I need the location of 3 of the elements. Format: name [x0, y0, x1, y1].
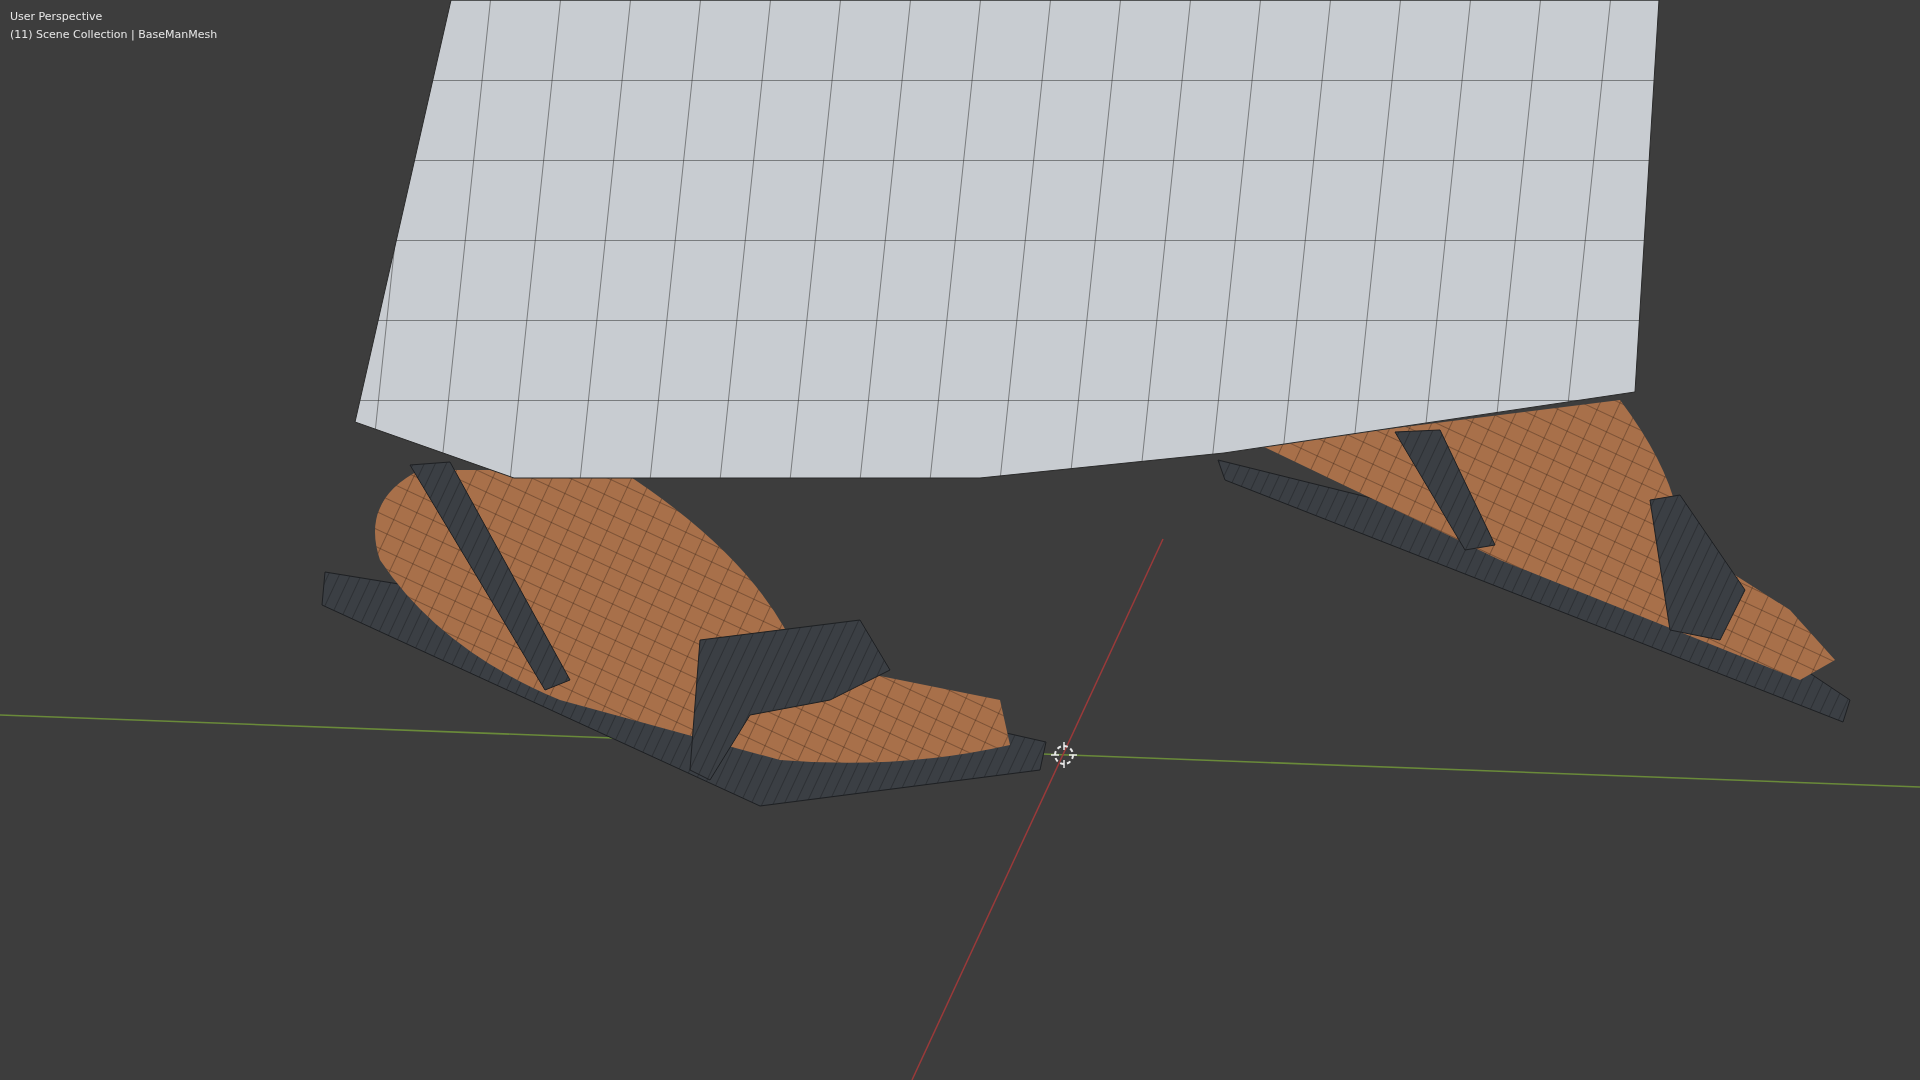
scene-context-label: (11) Scene Collection | BaseManMesh: [10, 27, 218, 43]
view-name-label: User Perspective: [10, 9, 104, 25]
3d-cursor-icon: [1050, 741, 1078, 769]
